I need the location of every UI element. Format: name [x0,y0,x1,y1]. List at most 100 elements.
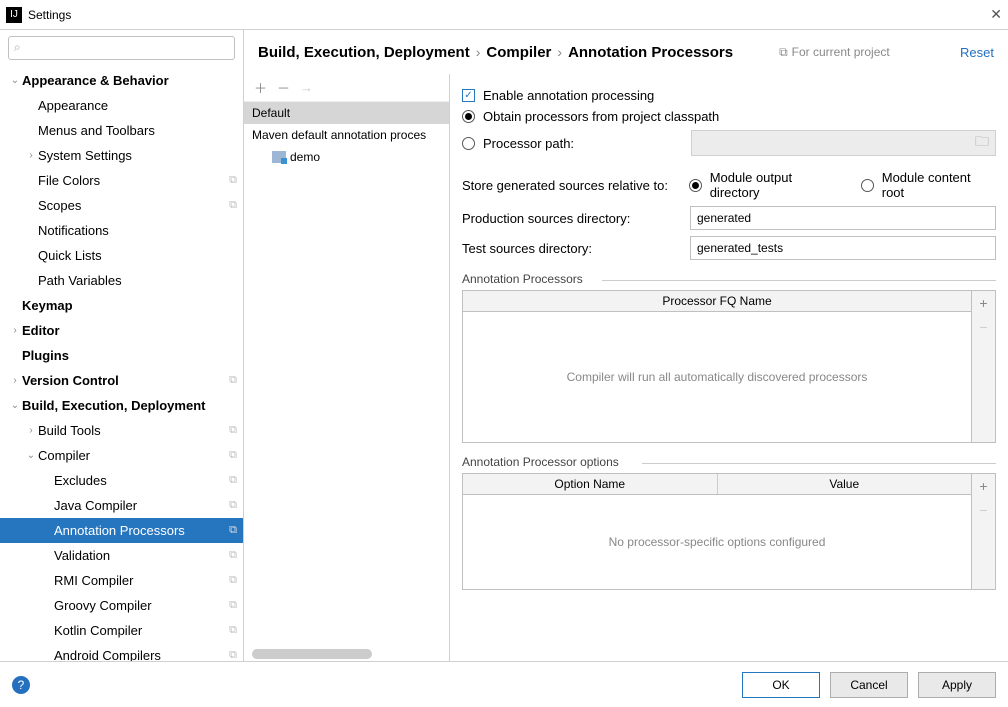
project-badge-icon: ⧉ [229,174,237,187]
tree-item-rmi-compiler[interactable]: RMI Compiler⧉ [0,568,243,593]
crumb-root[interactable]: Build, Execution, Deployment [258,44,470,61]
processor-path-radio[interactable] [462,137,475,150]
add-processor-button[interactable]: + [972,291,995,315]
tree-item-keymap[interactable]: Keymap [0,293,243,318]
chevron-down-icon: ⌄ [8,400,22,411]
module-content-label: Module content root [882,170,996,200]
remove-option-button[interactable]: − [972,498,995,522]
tree-item-path-variables[interactable]: Path Variables [0,268,243,293]
profiles-toolbar: ＋ － → [244,74,449,102]
folder-icon[interactable]: 🗀 [975,131,989,155]
tree-item-label: Plugins [22,348,243,363]
sidebar: ⌕ ⌄Appearance & BehaviorAppearanceMenus … [0,30,244,661]
options-empty: No processor-specific options configured [463,495,971,589]
dialog-footer: ? OK Cancel Apply [0,661,1008,707]
chevron-right-icon: › [24,425,38,436]
tree-item-version-control[interactable]: ›Version Control⧉ [0,368,243,393]
options-fieldset-label: Annotation Processor options [462,455,996,469]
ok-button[interactable]: OK [742,672,820,698]
col-fqname[interactable]: Processor FQ Name [463,291,971,311]
tree-item-label: Keymap [22,298,243,313]
close-icon[interactable]: ✕ [990,6,1002,23]
tree-item-compiler[interactable]: ⌄Compiler⧉ [0,443,243,468]
tree-item-label: Build Tools [38,423,229,438]
tree-item-notifications[interactable]: Notifications [0,218,243,243]
tree-item-menus-and-toolbars[interactable]: Menus and Toolbars [0,118,243,143]
add-option-button[interactable]: + [972,474,995,498]
tree-item-appearance[interactable]: Appearance [0,93,243,118]
project-badge-icon: ⧉ [229,649,237,661]
tree-item-validation[interactable]: Validation⧉ [0,543,243,568]
prod-dir-input[interactable] [690,206,996,230]
remove-profile-button[interactable]: － [277,78,290,97]
remove-processor-button[interactable]: − [972,315,995,339]
help-button[interactable]: ? [12,676,30,694]
move-profile-button[interactable]: → [300,80,313,95]
chevron-right-icon: › [8,375,22,386]
tree-item-file-colors[interactable]: File Colors⧉ [0,168,243,193]
tree-item-label: Kotlin Compiler [54,623,229,638]
processors-fieldset-label: Annotation Processors [462,272,996,286]
tree-item-quick-lists[interactable]: Quick Lists [0,243,243,268]
tree-item-label: Version Control [22,373,229,388]
tree-item-label: System Settings [38,148,243,163]
form-panel: ✓ Enable annotation processing Obtain pr… [450,74,1008,661]
project-badge-icon: ⧉ [229,499,237,512]
tree-item-kotlin-compiler[interactable]: Kotlin Compiler⧉ [0,618,243,643]
tree-item-groovy-compiler[interactable]: Groovy Compiler⧉ [0,593,243,618]
tree-item-excludes[interactable]: Excludes⧉ [0,468,243,493]
profile-maven[interactable]: Maven default annotation proces [244,124,449,146]
crumb-mid[interactable]: Compiler [486,44,551,61]
project-badge-icon: ⧉ [229,449,237,462]
tree-item-annotation-processors[interactable]: Annotation Processors⧉ [0,518,243,543]
tree-item-label: Excludes [54,473,229,488]
module-output-radio[interactable] [689,179,702,192]
tree-item-label: Build, Execution, Deployment [22,398,243,413]
project-badge-icon: ⧉ [229,574,237,587]
module-content-radio[interactable] [861,179,874,192]
col-value[interactable]: Value [718,474,972,494]
tree-item-build-execution-deployment[interactable]: ⌄Build, Execution, Deployment [0,393,243,418]
options-table: Option Name Value No processor-specific … [462,473,996,590]
cancel-button[interactable]: Cancel [830,672,908,698]
tree-item-label: Appearance [38,98,243,113]
chevron-down-icon: ⌄ [24,450,38,461]
tree-item-system-settings[interactable]: ›System Settings [0,143,243,168]
tree-item-label: Appearance & Behavior [22,73,243,88]
col-option-name[interactable]: Option Name [463,474,718,494]
test-dir-input[interactable] [690,236,996,260]
apply-button[interactable]: Apply [918,672,996,698]
add-profile-button[interactable]: ＋ [254,78,267,97]
profiles-list[interactable]: Default Maven default annotation proces … [244,102,449,661]
tree-item-label: Quick Lists [38,248,243,263]
window-title: Settings [28,8,71,22]
tree-item-android-compilers[interactable]: Android Compilers⧉ [0,643,243,661]
tree-item-label: Scopes [38,198,229,213]
processors-table: Processor FQ Name Compiler will run all … [462,290,996,443]
tree-item-label: Compiler [38,448,229,463]
tree-item-label: Notifications [38,223,243,238]
obtain-classpath-radio[interactable] [462,110,475,123]
profile-demo[interactable]: demo [244,146,449,168]
tree-item-build-tools[interactable]: ›Build Tools⧉ [0,418,243,443]
settings-tree[interactable]: ⌄Appearance & BehaviorAppearanceMenus an… [0,64,243,661]
processor-path-input: 🗀 [691,130,996,156]
prod-dir-label: Production sources directory: [462,211,682,226]
profile-default[interactable]: Default [244,102,449,124]
enable-processing-checkbox[interactable]: ✓ [462,89,475,102]
chevron-right-icon: › [476,44,481,60]
chevron-right-icon: › [8,325,22,336]
chevron-right-icon: › [24,150,38,161]
tree-item-plugins[interactable]: Plugins [0,343,243,368]
tree-item-java-compiler[interactable]: Java Compiler⧉ [0,493,243,518]
store-relative-label: Store generated sources relative to: [462,178,681,193]
chevron-down-icon: ⌄ [8,75,22,86]
project-badge-icon: ⧉ [229,624,237,637]
processor-path-label: Processor path: [483,136,683,151]
tree-item-editor[interactable]: ›Editor [0,318,243,343]
tree-item-appearance-behavior[interactable]: ⌄Appearance & Behavior [0,68,243,93]
tree-item-scopes[interactable]: Scopes⧉ [0,193,243,218]
scrollbar-thumb[interactable] [252,649,372,659]
search-input[interactable] [8,36,235,60]
reset-link[interactable]: Reset [960,45,994,60]
